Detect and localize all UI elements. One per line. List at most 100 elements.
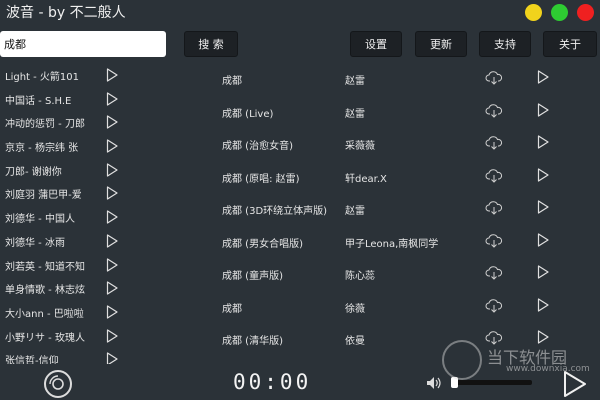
list-item[interactable]: 刘德华 - 中国人 (0, 206, 125, 230)
play-button[interactable] (106, 186, 118, 203)
play-button[interactable] (106, 352, 118, 364)
play-icon (106, 305, 118, 319)
list-item[interactable]: 京京 - 杨宗纬 张 (0, 135, 125, 159)
download-button[interactable] (485, 103, 503, 121)
list-item[interactable]: 大小ann - 巴啦啦 (0, 301, 125, 325)
download-button[interactable] (485, 71, 503, 88)
list-item[interactable]: 刘若英 - 知道不知 (0, 254, 125, 278)
list-item[interactable]: 冲动的惩罚 - 刀郎 (0, 111, 125, 135)
play-icon (537, 167, 549, 182)
play-icon (106, 328, 118, 343)
support-button[interactable]: 支持 (479, 31, 531, 57)
search-button[interactable]: 搜 索 (184, 31, 238, 57)
maximize-button[interactable] (551, 4, 568, 21)
play-icon[interactable] (562, 370, 588, 398)
download-button[interactable] (485, 136, 503, 153)
result-row[interactable]: 成都 (原唱: 赵雷) 轩dear.X (200, 162, 580, 195)
list-item-label: 京京 - 杨宗纬 张 (5, 143, 79, 155)
play-button[interactable] (106, 163, 118, 180)
list-item[interactable]: Light - 火箭101 (0, 64, 125, 88)
song-title: 成都 (222, 303, 242, 315)
song-title: 成都 (清华版) (222, 336, 283, 347)
play-button[interactable] (106, 328, 118, 346)
list-item[interactable]: 刘庭羽 蒲巴甲-爱 (0, 182, 125, 206)
download-button[interactable] (485, 201, 503, 218)
cloud-download-icon (485, 168, 503, 183)
play-button[interactable] (537, 265, 549, 282)
list-item-label: 单身情歌 - 林志炫 (5, 285, 85, 297)
play-button[interactable] (106, 257, 118, 275)
play-button[interactable] (106, 68, 118, 85)
result-row[interactable]: 成都 徐薇 (200, 292, 580, 325)
song-artist: 赵雷 (345, 108, 365, 120)
result-row[interactable]: 成都 (Live) 赵雷 (200, 97, 580, 130)
song-artist: 赵雷 (345, 206, 365, 217)
play-icon (106, 186, 118, 201)
song-artist: 陈心蕊 (345, 271, 375, 282)
progress-bar[interactable] (451, 377, 532, 388)
result-row[interactable]: 成都 (治愈女音) 采薇薇 (200, 129, 580, 162)
list-item-label: 张信哲-信仰 (5, 356, 59, 364)
play-icon (537, 297, 549, 312)
play-button[interactable] (537, 135, 549, 152)
list-item[interactable]: 张信哲-信仰 (0, 348, 125, 364)
result-row[interactable]: 成都 (3D环绕立体声版) 赵雷 (200, 194, 580, 227)
play-button[interactable] (106, 210, 118, 227)
list-item-label: Light - 火箭101 (5, 72, 80, 83)
play-button[interactable] (106, 139, 118, 156)
play-icon (537, 265, 549, 279)
play-button[interactable] (106, 234, 118, 251)
song-title: 成都 (原唱: 赵雷) (222, 173, 300, 185)
list-item-label: 冲动的惩罚 - 刀郎 (5, 119, 85, 131)
minimize-button[interactable] (525, 4, 542, 21)
list-item[interactable]: 刀郎- 谢谢你 (0, 159, 125, 183)
play-button[interactable] (537, 167, 549, 185)
list-item[interactable]: 中国话 - S.H.E (0, 88, 125, 112)
song-artist: 依曼 (345, 336, 365, 347)
download-button[interactable] (485, 233, 503, 251)
local-song-list: Light - 火箭101 中国话 - S.H.E 冲动的惩罚 - 刀郎 京京 - 杨… (0, 64, 125, 364)
download-button[interactable] (485, 298, 503, 316)
song-artist: 采薇薇 (345, 141, 375, 152)
play-button[interactable] (537, 102, 549, 120)
play-button[interactable] (537, 232, 549, 250)
play-button[interactable] (106, 115, 118, 132)
disc-icon[interactable] (42, 369, 74, 399)
play-icon (106, 163, 118, 177)
play-icon (106, 352, 118, 364)
watermark-logo (442, 340, 482, 380)
list-item[interactable]: 小野リサ - 玫瑰人 (0, 325, 125, 349)
title-bar: 波音 - by 不二般人 (0, 0, 600, 24)
play-icon (106, 210, 118, 224)
result-row[interactable]: 成都 (童声版) 陈心蕊 (200, 259, 580, 292)
cloud-download-icon (485, 298, 503, 313)
speaker-icon[interactable] (426, 376, 442, 390)
result-row[interactable]: 成都 赵雷 (200, 64, 580, 97)
result-row[interactable]: 成都 (男女合唱版) 甲子Leona,南枫同学 (200, 227, 580, 260)
search-input[interactable] (0, 31, 166, 57)
play-button[interactable] (106, 92, 118, 109)
list-item-label: 刘若英 - 知道不知 (5, 261, 85, 273)
about-button[interactable]: 关于 (543, 31, 597, 57)
play-icon (537, 232, 549, 247)
search-results: 成都 赵雷 成都 (Live) 赵雷 成都 (治愈女音) 采薇薇 成都 (原唱: 赵雷) 轩d… (200, 64, 580, 359)
list-item[interactable]: 刘德华 - 冰雨 (0, 230, 125, 254)
list-item[interactable]: 单身情歌 - 林志炫 (0, 277, 125, 301)
update-button[interactable]: 更新 (415, 31, 467, 57)
download-button[interactable] (485, 168, 503, 186)
play-button[interactable] (537, 297, 549, 315)
cloud-download-icon (485, 103, 503, 118)
song-title: 成都 (童声版) (222, 271, 283, 282)
download-button[interactable] (485, 266, 503, 283)
song-title: 成都 (222, 76, 242, 87)
play-button[interactable] (106, 305, 118, 322)
play-icon (106, 139, 118, 153)
play-icon (106, 92, 118, 106)
play-button[interactable] (537, 70, 549, 87)
settings-button[interactable]: 设置 (350, 31, 402, 57)
list-item-label: 刘庭羽 蒲巴甲-爱 (5, 190, 82, 202)
play-button[interactable] (537, 200, 549, 217)
song-artist: 轩dear.X (345, 173, 387, 185)
close-button[interactable] (577, 4, 594, 21)
play-button[interactable] (106, 281, 118, 298)
